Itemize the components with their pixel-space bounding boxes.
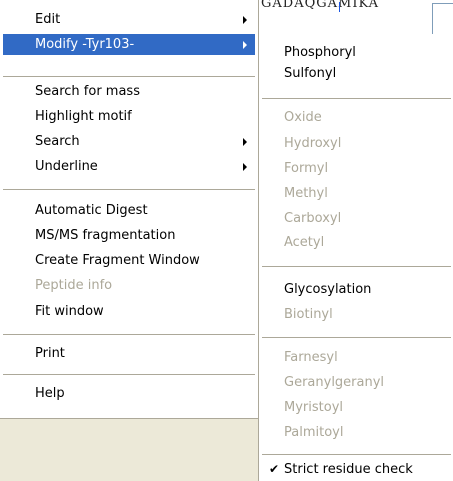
menu-separator <box>262 337 451 338</box>
menu-item-label: MS/MS fragmentation <box>35 228 176 243</box>
submenu-item-sulfonyl[interactable]: Sulfonyl <box>262 63 451 84</box>
submenu-item-label: Acetyl <box>284 235 325 250</box>
submenu-item-label: Oxide <box>284 110 322 125</box>
menu-item-help[interactable]: Help <box>3 383 255 404</box>
submenu-item-label: Methyl <box>284 186 328 201</box>
submenu-item-label: Myristoyl <box>284 400 343 415</box>
submenu-item-label: Formyl <box>284 161 329 176</box>
menu-item-peptide-info: Peptide info <box>3 275 255 296</box>
menu-item-label: Search <box>35 134 80 149</box>
submenu-item-oxide: Oxide <box>262 107 451 128</box>
submenu-item-myristoyl: Myristoyl <box>262 397 451 418</box>
submenu-item-formyl: Formyl <box>262 158 451 179</box>
text-cursor <box>339 2 340 12</box>
sequence-view: GADAQGAMIKA <box>259 0 453 34</box>
submenu-item-phosphoryl[interactable]: Phosphoryl <box>262 42 451 63</box>
menu-item-create-fragment-window[interactable]: Create Fragment Window <box>3 250 255 271</box>
menu-item-print[interactable]: Print <box>3 343 255 364</box>
menu-item-underline[interactable]: Underline <box>3 156 255 177</box>
submenu-item-label: Farnesyl <box>284 350 338 365</box>
submenu-item-palmitoyl: Palmitoyl <box>262 422 451 443</box>
menu-item-label: Fit window <box>35 304 104 319</box>
submenu-item-methyl: Methyl <box>262 183 451 204</box>
menu-item-label: Edit <box>35 12 61 27</box>
menu-separator <box>3 76 255 77</box>
submenu-item-hydroxyl: Hydroxyl <box>262 133 451 154</box>
submenu-item-label: Glycosylation <box>284 282 372 297</box>
sequence-text: GADAQGAMIKA <box>261 0 380 11</box>
submenu-item-farnesyl: Farnesyl <box>262 347 451 368</box>
submenu-item-label: Geranylgeranyl <box>284 375 385 390</box>
submenu-item-biotinyl: Biotinyl <box>262 304 451 325</box>
submenu-arrow-icon <box>243 16 247 24</box>
menu-item-modify[interactable]: Modify -Tyr103- <box>3 34 255 55</box>
menu-item-label: Print <box>35 346 65 361</box>
menu-item-fit-window[interactable]: Fit window <box>3 301 255 322</box>
submenu-item-strict-residue-check[interactable]: ✔ Strict residue check <box>262 459 451 480</box>
modify-submenu: Phosphoryl Sulfonyl Oxide Hydroxyl Formy… <box>258 34 453 481</box>
context-menu: Edit Modify -Tyr103- Search for mass Hig… <box>0 0 259 419</box>
submenu-arrow-icon <box>243 41 247 49</box>
menu-item-automatic-digest[interactable]: Automatic Digest <box>3 200 255 221</box>
submenu-arrow-icon <box>243 138 247 146</box>
menu-separator <box>262 454 451 455</box>
menu-item-label: Create Fragment Window <box>35 253 200 268</box>
submenu-item-label: Carboxyl <box>284 211 342 226</box>
submenu-item-label: Biotinyl <box>284 307 333 322</box>
menu-item-msms-fragmentation[interactable]: MS/MS fragmentation <box>3 225 255 246</box>
sequence-side-box[interactable] <box>432 3 453 34</box>
submenu-arrow-icon <box>243 163 247 171</box>
menu-item-label: Peptide info <box>35 278 113 293</box>
menu-separator <box>3 189 255 190</box>
menu-item-edit[interactable]: Edit <box>3 9 255 30</box>
menu-item-search[interactable]: Search <box>3 131 255 152</box>
menu-item-label: Automatic Digest <box>35 203 148 218</box>
submenu-item-geranylgeranyl: Geranylgeranyl <box>262 372 451 393</box>
submenu-item-label: Palmitoyl <box>284 425 344 440</box>
menu-separator <box>262 98 451 99</box>
submenu-item-label: Sulfonyl <box>284 66 337 81</box>
menu-separator <box>262 266 451 267</box>
menu-item-label: Help <box>35 386 65 401</box>
submenu-item-acetyl: Acetyl <box>262 232 451 253</box>
submenu-item-label: Hydroxyl <box>284 136 342 151</box>
submenu-item-label: Strict residue check <box>284 462 413 477</box>
menu-separator <box>3 334 255 335</box>
menu-item-label: Underline <box>35 159 98 174</box>
menu-item-label: Search for mass <box>35 84 140 99</box>
menu-item-label: Modify -Tyr103- <box>35 37 135 52</box>
submenu-item-carboxyl: Carboxyl <box>262 208 451 229</box>
menu-item-search-for-mass[interactable]: Search for mass <box>3 81 255 102</box>
menu-item-label: Highlight motif <box>35 109 132 124</box>
submenu-item-label: Phosphoryl <box>284 45 356 60</box>
check-icon: ✔ <box>269 462 280 476</box>
menu-separator <box>3 374 255 375</box>
submenu-item-glycosylation[interactable]: Glycosylation <box>262 279 451 300</box>
menu-item-highlight-motif[interactable]: Highlight motif <box>3 106 255 127</box>
